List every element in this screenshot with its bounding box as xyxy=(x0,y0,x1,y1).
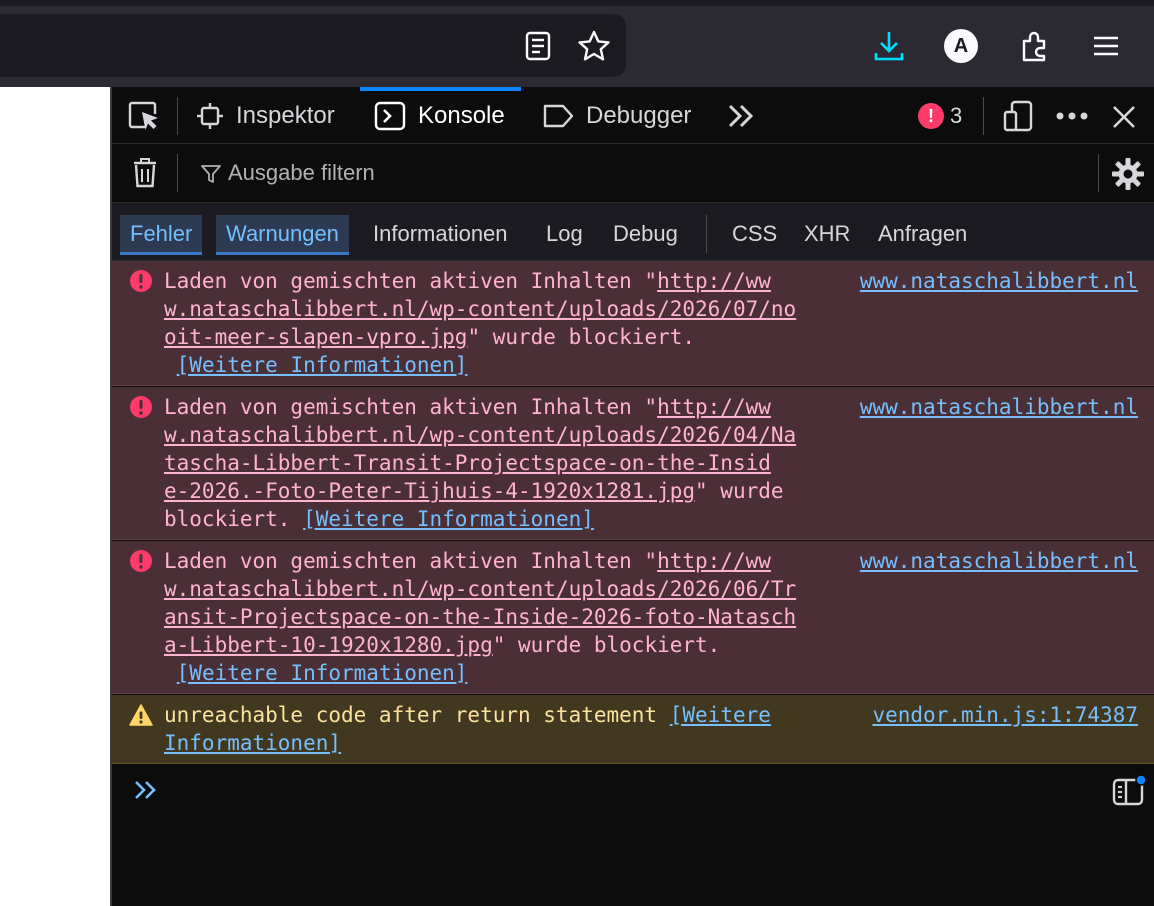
browser-toolbar: A xyxy=(0,0,1154,87)
message-url[interactable]: w.nataschalibbert.nl/wp-content/uploads/… xyxy=(164,423,796,447)
tab-separator xyxy=(177,97,178,135)
tab-label: Debugger xyxy=(586,101,692,129)
message-url[interactable]: http://ww xyxy=(657,395,771,419)
more-options-icon[interactable] xyxy=(1054,105,1090,127)
console-input-area[interactable] xyxy=(112,764,1154,906)
bookmark-star-icon[interactable] xyxy=(576,28,612,64)
console-message-error[interactable]: Laden von gemischten aktiven Inhalten "h… xyxy=(112,261,1154,386)
downloads-icon[interactable] xyxy=(872,28,906,64)
message-prefix: Laden von gemischten aktiven Inhalten " xyxy=(164,549,658,573)
editor-mode-icon[interactable] xyxy=(1110,774,1146,808)
tab-label: Konsole xyxy=(418,101,505,129)
account-letter: A xyxy=(953,34,969,57)
message-suffix: " wurde blockiert. xyxy=(492,633,721,657)
debugger-icon xyxy=(543,104,574,127)
message-text: Laden von gemischten aktiven Inhalten "h… xyxy=(164,547,834,687)
message-suffix: " wurde xyxy=(695,479,784,503)
level-label: Warnungen xyxy=(226,221,339,246)
page-content xyxy=(0,87,110,906)
filter-input[interactable] xyxy=(196,154,1096,192)
category-label: Anfragen xyxy=(878,221,968,246)
devtools-tab-bar: Inspektor Konsole Debugger ! 3 xyxy=(112,87,1154,144)
message-url[interactable]: w.nataschalibbert.nl/wp-content/uploads/… xyxy=(164,297,796,321)
responsive-design-icon[interactable] xyxy=(1002,99,1034,133)
settings-gear-icon[interactable] xyxy=(1110,156,1146,192)
category-label: CSS xyxy=(732,221,778,246)
level-label: Log xyxy=(546,221,583,246)
level-info-toggle[interactable]: Informationen xyxy=(363,215,518,253)
message-source-link[interactable]: www.nataschalibbert.nl xyxy=(860,393,1138,421)
tab-strip-edge xyxy=(0,0,1154,6)
message-url[interactable]: a-Libbert-10-1920x1280.jpg xyxy=(164,633,493,657)
active-tab-indicator xyxy=(360,87,521,91)
learn-more-link[interactable]: [Weitere Informationen] xyxy=(177,353,468,377)
console-icon xyxy=(374,101,406,130)
tab-console[interactable]: Konsole xyxy=(360,87,521,144)
error-count[interactable]: 3 xyxy=(950,103,962,129)
learn-more-link[interactable]: [Weitere xyxy=(670,703,771,727)
error-count-icon[interactable]: ! xyxy=(918,103,944,129)
level-label: Informationen xyxy=(373,221,508,246)
message-url[interactable]: ansit-Projectspace-on-the-Inside-2026-fo… xyxy=(164,605,796,629)
learn-more-link[interactable]: Informationen] xyxy=(164,731,341,755)
prompt-chevron-icon xyxy=(132,778,160,802)
more-tabs-chevron-icon[interactable] xyxy=(724,101,758,131)
level-label: Fehler xyxy=(130,221,193,246)
inspector-icon xyxy=(197,102,223,129)
error-icon xyxy=(130,270,152,292)
message-text: Laden von gemischten aktiven Inhalten "h… xyxy=(164,393,834,533)
trash-icon[interactable] xyxy=(130,156,160,190)
message-body: unreachable code after return statement xyxy=(164,703,658,727)
message-text: unreachable code after return statement … xyxy=(164,701,834,757)
learn-more-link[interactable]: [Weitere Informationen] xyxy=(177,661,468,685)
level-label: Debug xyxy=(613,221,678,246)
message-url[interactable]: w.nataschalibbert.nl/wp-content/uploads/… xyxy=(164,577,796,601)
message-prefix: Laden von gemischten aktiven Inhalten " xyxy=(164,395,658,419)
tab-label: Inspektor xyxy=(236,101,335,129)
level-debug-toggle[interactable]: Debug xyxy=(603,215,688,253)
error-icon xyxy=(130,550,152,572)
message-suffix: blockiert. xyxy=(164,507,291,531)
level-warnings-toggle[interactable]: Warnungen xyxy=(216,215,349,255)
category-css-toggle[interactable]: CSS xyxy=(722,215,787,253)
category-requests-toggle[interactable]: Anfragen xyxy=(868,215,977,253)
level-errors-toggle[interactable]: Fehler xyxy=(120,215,203,255)
message-url[interactable]: http://ww xyxy=(657,549,771,573)
tab-debugger[interactable]: Debugger xyxy=(542,87,691,144)
message-source-link[interactable]: www.nataschalibbert.nl xyxy=(860,547,1138,575)
message-text: Laden von gemischten aktiven Inhalten "h… xyxy=(164,267,834,379)
console-message-warning[interactable]: unreachable code after return statement … xyxy=(112,695,1154,764)
extensions-icon[interactable] xyxy=(1018,28,1052,64)
close-icon[interactable] xyxy=(1110,103,1138,131)
console-message-error[interactable]: Laden von gemischten aktiven Inhalten "h… xyxy=(112,387,1154,540)
message-prefix: Laden von gemischten aktiven Inhalten " xyxy=(164,269,658,293)
devtools-panel: Inspektor Konsole Debugger ! 3 Ausgabe f… xyxy=(112,87,1154,906)
message-source-link[interactable]: vendor.min.js:1:74387 xyxy=(872,701,1138,729)
message-source-link[interactable]: www.nataschalibbert.nl xyxy=(860,267,1138,295)
filter-separator xyxy=(1098,154,1099,192)
console-message-error[interactable]: Laden von gemischten aktiven Inhalten "h… xyxy=(112,541,1154,694)
filter-separator xyxy=(177,154,178,192)
levels-separator xyxy=(706,215,707,253)
reader-view-icon[interactable] xyxy=(522,30,554,62)
error-icon xyxy=(130,396,152,418)
learn-more-link[interactable]: [Weitere Informationen] xyxy=(303,507,594,531)
element-picker-icon[interactable] xyxy=(126,99,162,133)
category-label: XHR xyxy=(804,221,851,246)
category-xhr-toggle[interactable]: XHR xyxy=(794,215,860,253)
console-prompt-input[interactable] xyxy=(164,774,1064,804)
message-url[interactable]: e-2026.-Foto-Peter-Tijhuis-4-1920x1281.j… xyxy=(164,479,695,503)
message-suffix: " wurde blockiert. xyxy=(467,325,696,349)
account-icon[interactable]: A xyxy=(944,29,978,63)
tab-inspector[interactable]: Inspektor xyxy=(196,87,335,144)
message-url[interactable]: oit-meer-slapen-vpro.jpg xyxy=(164,325,467,349)
level-log-toggle[interactable]: Log xyxy=(536,215,593,253)
warning-icon xyxy=(129,704,153,726)
message-url[interactable]: tascha-Libbert-Transit-Projectspace-on-t… xyxy=(164,451,771,475)
menu-icon[interactable] xyxy=(1090,30,1122,62)
console-filter-bar xyxy=(112,144,1154,203)
message-url[interactable]: http://ww xyxy=(657,269,771,293)
tab-separator xyxy=(983,97,984,135)
log-level-filters: Fehler Warnungen Informationen Log Debug… xyxy=(112,203,1154,261)
